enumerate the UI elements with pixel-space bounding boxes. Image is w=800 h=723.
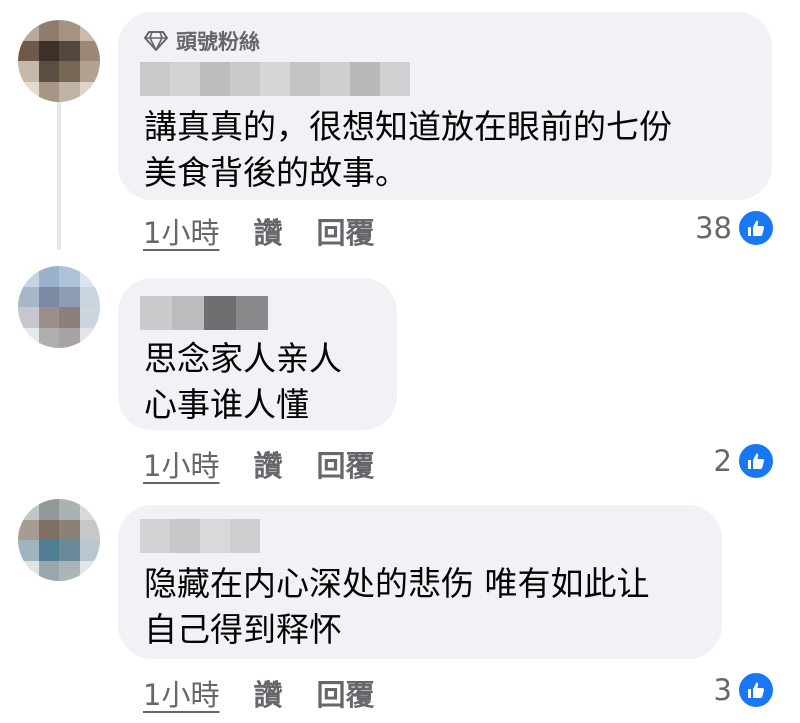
comment-bubble: 思念家人亲人 心事谁人懂	[118, 278, 397, 430]
badge-label: 頭號粉絲	[176, 30, 260, 54]
reaction-summary[interactable]: 2	[714, 441, 776, 481]
comment-text-line: 講真真的，很想知道放在眼前的七份	[144, 107, 672, 146]
timestamp-link[interactable]: 1小時	[143, 210, 219, 252]
timestamp-link[interactable]: 1小時	[143, 672, 219, 714]
comment: 頭號粉絲 講真真的，很想知道放在眼前的七份 美食背後的故事。 1小時 讚 回覆 …	[0, 0, 800, 250]
comment-actions: 1小時 讚 回覆	[143, 443, 374, 485]
reaction-count: 38	[695, 211, 732, 245]
comment: 思念家人亲人 心事谁人懂 1小時 讚 回覆 2	[0, 250, 800, 485]
comment-text: 講真真的，很想知道放在眼前的七份 美食背後的故事。	[144, 104, 672, 196]
avatar[interactable]	[18, 266, 100, 348]
comment-text: 思念家人亲人 心事谁人懂	[144, 336, 342, 428]
reply-button[interactable]: 回覆	[316, 443, 374, 485]
diamond-icon	[144, 31, 168, 51]
reply-button[interactable]: 回覆	[316, 672, 374, 714]
commenter-name[interactable]	[140, 296, 268, 330]
reaction-summary[interactable]: 38	[695, 208, 776, 248]
comment-text-line: 隐藏在内心深处的悲伤 唯有如此让	[144, 564, 650, 603]
avatar[interactable]	[18, 20, 100, 102]
comment-actions: 1小時 讚 回覆	[143, 210, 374, 252]
commenter-name[interactable]	[140, 519, 260, 553]
like-button[interactable]: 讚	[253, 443, 282, 485]
comment-text-line: 思念家人亲人	[144, 339, 342, 378]
like-button[interactable]: 讚	[253, 672, 282, 714]
thread-line	[57, 100, 61, 250]
commenter-name[interactable]	[140, 62, 410, 96]
reaction-summary[interactable]: 3	[714, 670, 776, 710]
comment-text-line: 自己得到释怀	[144, 610, 342, 649]
thumbs-up-icon	[736, 208, 776, 248]
comment: 隐藏在内心深处的悲伤 唯有如此让 自己得到释怀 1小時 讚 回覆 3	[0, 485, 800, 723]
comment-text: 隐藏在内心深处的悲伤 唯有如此让 自己得到释怀	[144, 561, 650, 653]
thumbs-up-icon	[736, 670, 776, 710]
comment-bubble: 隐藏在内心深处的悲伤 唯有如此让 自己得到释怀	[118, 505, 722, 659]
top-fan-badge: 頭號粉絲	[144, 26, 260, 56]
reply-button[interactable]: 回覆	[316, 210, 374, 252]
comment-bubble: 頭號粉絲 講真真的，很想知道放在眼前的七份 美食背後的故事。	[118, 12, 772, 200]
reaction-count: 2	[713, 444, 732, 478]
like-button[interactable]: 讚	[253, 210, 282, 252]
comment-text-line: 美食背後的故事。	[144, 153, 408, 192]
timestamp-link[interactable]: 1小時	[143, 443, 219, 485]
comment-text-line: 心事谁人懂	[144, 385, 309, 424]
reaction-count: 3	[713, 673, 732, 707]
comment-actions: 1小時 讚 回覆	[143, 672, 374, 714]
avatar[interactable]	[18, 499, 100, 581]
thumbs-up-icon	[736, 441, 776, 481]
